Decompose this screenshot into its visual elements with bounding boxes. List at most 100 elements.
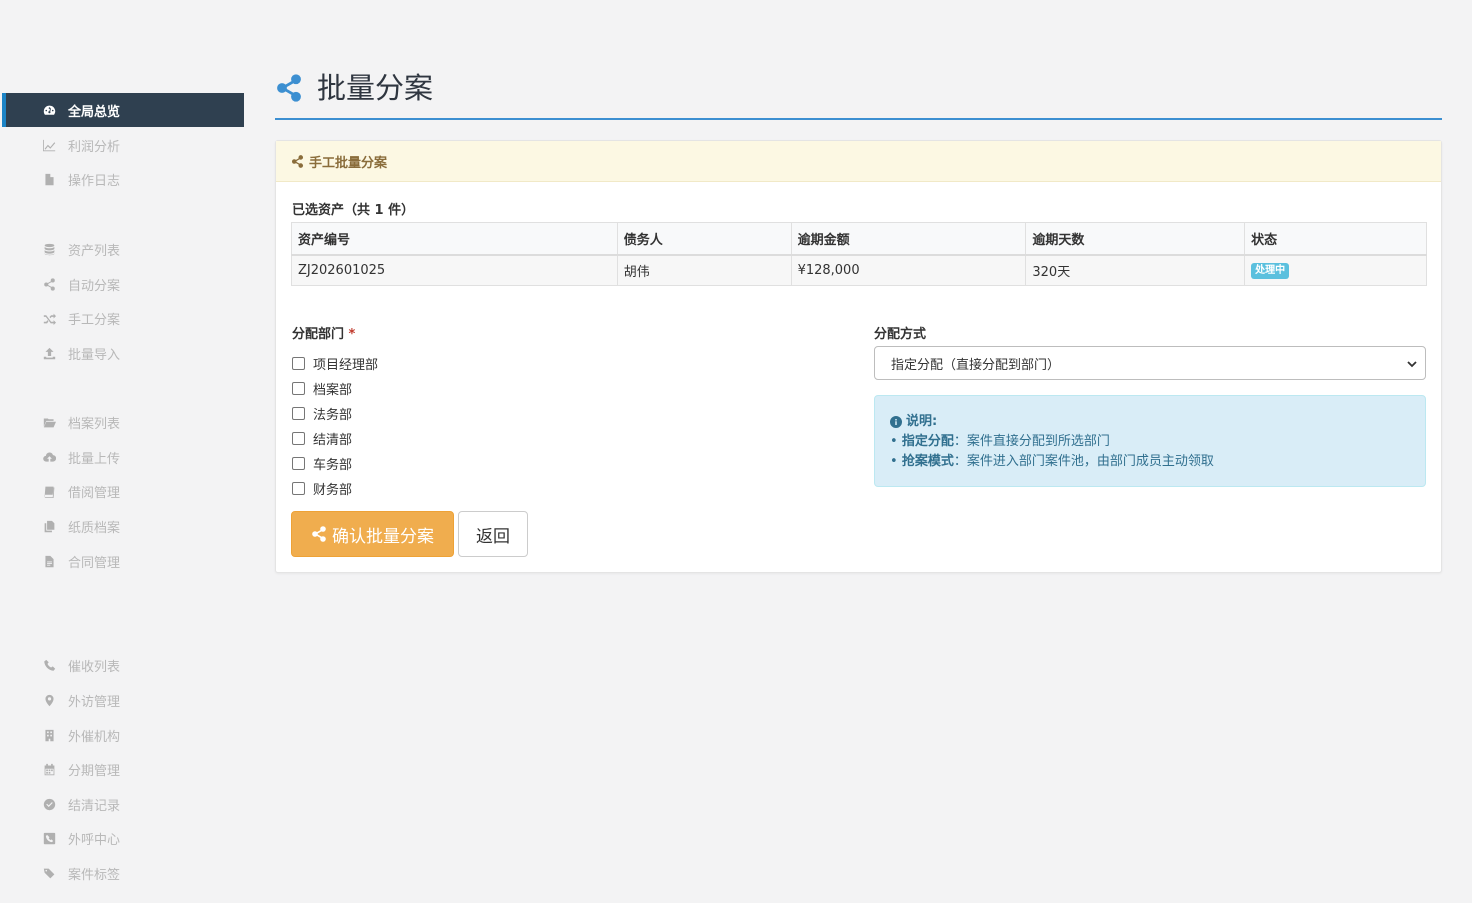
sidebar-item-label: 结清记录: [68, 798, 121, 814]
sidebar-item-visits[interactable]: 外访管理: [2, 683, 244, 717]
column-header: 资产编号: [291, 222, 618, 256]
column-header: 逾期金额: [790, 222, 1027, 256]
checkbox[interactable]: [292, 482, 305, 495]
info-key: 指定分配: [901, 434, 954, 449]
checkbox[interactable]: [292, 382, 305, 395]
column-header: 逾期天数: [1025, 222, 1246, 256]
sidebar-item-label: 案件标签: [68, 867, 121, 883]
checkbox[interactable]: [292, 357, 305, 370]
line-chart-icon: [42, 138, 56, 152]
book-icon: [42, 484, 56, 498]
department-label: 分配部门 *: [292, 323, 355, 342]
sidebar-item-label: 外呼中心: [68, 832, 121, 848]
sidebar-item-label: 批量上传: [68, 451, 121, 467]
building-icon: [42, 728, 56, 742]
info-title-text: 说明:: [906, 414, 938, 429]
sidebar-item-tags[interactable]: 案件标签: [2, 856, 244, 890]
sidebar-item-assets[interactable]: 资产列表: [2, 232, 244, 266]
upload-icon: [42, 346, 56, 360]
sidebar-item-label: 外访管理: [68, 694, 121, 710]
sidebar-item-settlements[interactable]: 结清记录: [2, 787, 244, 821]
info-text: ：案件进入部门案件池，由部门成员主动领取: [953, 454, 1214, 469]
assign-method-select[interactable]: 指定分配（直接分配到部门）: [874, 346, 1426, 380]
status-cell: 处理中: [1244, 254, 1427, 286]
overdue-amount: ¥128,000: [790, 254, 1027, 286]
copy-icon: [42, 519, 56, 533]
panel-heading: 手工批量分案: [276, 141, 1441, 182]
checkbox[interactable]: [292, 432, 305, 445]
share-icon: [312, 526, 326, 542]
department-option[interactable]: 项目经理部: [292, 351, 378, 376]
department-option[interactable]: 车务部: [292, 451, 378, 476]
overdue-days: 320天: [1025, 254, 1246, 286]
status-badge: 处理中: [1251, 262, 1290, 279]
selected-assets-title: 已选资产（共 1 件）: [292, 199, 414, 218]
database-icon: [42, 242, 56, 256]
sidebar-item-call-center[interactable]: 外呼中心: [2, 821, 244, 855]
panel-heading-text: 手工批量分案: [309, 155, 388, 171]
batch-assign-panel: 手工批量分案 已选资产（共 1 件） 资产编号 债务人 逾期金额 逾期天数 状态…: [275, 140, 1442, 573]
sidebar-item-batch-upload[interactable]: 批量上传: [2, 440, 244, 474]
department-option-label: 车务部: [313, 458, 353, 473]
sidebar-item-contracts[interactable]: 合同管理: [2, 544, 244, 578]
folder-open-icon: [42, 415, 56, 429]
chevron-down-icon: [1407, 358, 1417, 368]
sidebar-item-profit[interactable]: 利润分析: [2, 128, 244, 162]
selected-assets-table: 资产编号 债务人 逾期金额 逾期天数 状态 ZJ202601025 胡伟 ¥12…: [291, 222, 1427, 286]
sidebar-item-agencies[interactable]: 外催机构: [2, 718, 244, 752]
selected-count: 1: [374, 203, 384, 218]
info-key: 抢案模式: [901, 454, 954, 469]
info-title: 说明:: [890, 412, 1410, 432]
department-option[interactable]: 法务部: [292, 401, 378, 426]
department-option-label: 档案部: [313, 383, 353, 398]
department-option-label: 法务部: [313, 408, 353, 423]
phone-icon: [42, 658, 56, 672]
file-text-icon: [42, 554, 56, 568]
sidebar-item-import[interactable]: 批量导入: [2, 336, 244, 370]
info-line: • 抢案模式：案件进入部门案件池，由部门成员主动领取: [890, 454, 1214, 469]
checkbox[interactable]: [292, 407, 305, 420]
info-circle-icon: [890, 416, 902, 428]
phone-square-icon: [42, 831, 56, 845]
selected-suffix: 件）: [383, 203, 415, 218]
sidebar-item-archives[interactable]: 档案列表: [2, 405, 244, 439]
sidebar-item-installments[interactable]: 分期管理: [2, 752, 244, 786]
dashboard-icon: [42, 103, 56, 117]
sidebar-item-manual-assign[interactable]: 手工分案: [2, 301, 244, 335]
info-line: • 指定分配：案件直接分配到所选部门: [890, 434, 1110, 449]
page-title: 批量分案: [317, 71, 434, 105]
sidebar-item-label: 合同管理: [68, 555, 121, 571]
department-label-text: 分配部门: [292, 327, 345, 342]
page-header: 批量分案: [275, 66, 1442, 120]
sidebar-item-label: 资产列表: [68, 243, 121, 259]
department-option[interactable]: 档案部: [292, 376, 378, 401]
table-header-row: 资产编号 债务人 逾期金额 逾期天数 状态: [291, 222, 1427, 256]
sidebar-item-label: 批量导入: [68, 347, 121, 363]
back-button[interactable]: 返回: [458, 511, 528, 557]
debtor-name: 胡伟: [616, 254, 792, 286]
sidebar-item-label: 利润分析: [68, 139, 121, 155]
shuffle-icon: [42, 311, 56, 325]
department-option[interactable]: 结清部: [292, 426, 378, 451]
sidebar-item-label: 操作日志: [68, 173, 121, 189]
column-header: 状态: [1244, 222, 1427, 256]
info-box: 说明: • 指定分配：案件直接分配到所选部门 • 抢案模式：案件进入部门案件池，…: [874, 395, 1426, 487]
table-row: ZJ202601025 胡伟 ¥128,000 320天 处理中: [291, 254, 1427, 286]
info-text: ：案件直接分配到所选部门: [953, 434, 1110, 449]
sidebar-item-label: 分期管理: [68, 763, 121, 779]
sidebar-item-paper-archives[interactable]: 纸质档案: [2, 509, 244, 543]
sidebar-item-collection[interactable]: 催收列表: [2, 648, 244, 682]
tags-icon: [42, 866, 56, 880]
sidebar-item-log[interactable]: 操作日志: [2, 162, 244, 196]
selected-option: 指定分配（直接分配到部门）: [891, 357, 1061, 373]
sidebar-item-borrow[interactable]: 借阅管理: [2, 474, 244, 508]
sidebar-item-label: 纸质档案: [68, 520, 121, 536]
share-icon: [275, 74, 303, 102]
confirm-batch-assign-button[interactable]: 确认批量分案: [291, 511, 454, 557]
department-option[interactable]: 财务部: [292, 476, 378, 501]
checkbox[interactable]: [292, 457, 305, 470]
sidebar-item-auto-assign[interactable]: 自动分案: [2, 267, 244, 301]
department-option-label: 财务部: [313, 483, 353, 498]
sidebar-item-overview[interactable]: 全局总览: [2, 93, 244, 127]
calendar-icon: [42, 762, 56, 776]
